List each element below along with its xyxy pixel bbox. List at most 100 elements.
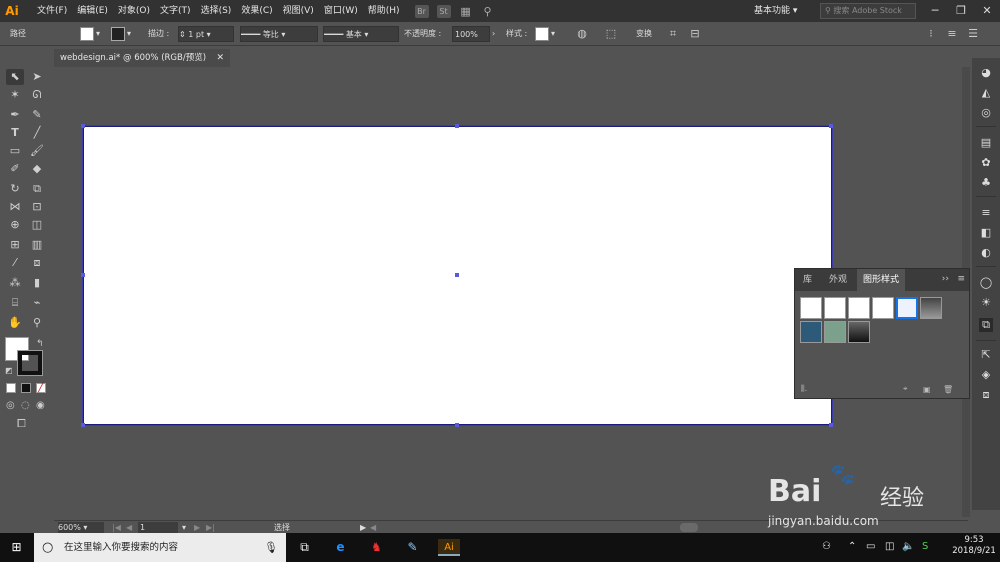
type-tool-icon[interactable]: T bbox=[6, 125, 24, 141]
illustrator-logo[interactable]: Ai bbox=[0, 0, 24, 22]
zoom-field[interactable]: 600% ▾ bbox=[58, 522, 104, 533]
handle-top-right[interactable] bbox=[829, 124, 833, 128]
graphic-styles-dock-icon[interactable]: ☀ bbox=[979, 296, 993, 310]
swatches-icon[interactable]: ◎ bbox=[979, 106, 993, 120]
transform-button[interactable]: 变换 bbox=[636, 26, 652, 42]
graphic-style-dark-gradient[interactable] bbox=[848, 321, 870, 343]
symbol-sprayer-tool-icon[interactable]: ⁂ bbox=[6, 275, 24, 291]
restore-button[interactable]: ❐ bbox=[948, 0, 974, 22]
input-method-icon[interactable]: S bbox=[922, 541, 928, 552]
handle-top-center[interactable] bbox=[455, 124, 459, 128]
layers-style-icon[interactable]: ⧉ bbox=[979, 318, 993, 332]
paint-app-icon[interactable]: ✎ bbox=[404, 539, 421, 556]
direct-selection-tool-icon[interactable]: ➤ bbox=[28, 69, 46, 85]
brush-definition[interactable]: ━━━━ 基本 ▾ bbox=[323, 26, 399, 42]
close-tab-icon[interactable]: ✕ bbox=[216, 49, 224, 67]
layers-icon[interactable]: ◈ bbox=[979, 368, 993, 382]
qq-app-icon[interactable]: ♞ bbox=[368, 539, 385, 556]
graphic-style-libraries-icon[interactable]: ⫼. bbox=[801, 384, 807, 394]
fill-swatch[interactable] bbox=[80, 27, 94, 41]
menu-effect[interactable]: 效果(C) bbox=[236, 0, 277, 22]
gpu-performance-icon[interactable]: ⚲ bbox=[481, 5, 495, 18]
graphic-style-swatch[interactable] bbox=[535, 27, 549, 41]
opacity-label[interactable]: 不透明度 : bbox=[404, 26, 441, 42]
windows-start-icon[interactable]: ⊞ bbox=[8, 539, 25, 556]
panel-layout-icon[interactable]: ⁝ bbox=[924, 27, 938, 41]
menu-window[interactable]: 窗口(W) bbox=[319, 0, 363, 22]
draw-normal-icon[interactable]: ◎ bbox=[6, 400, 15, 411]
color-mode-icon[interactable] bbox=[6, 383, 16, 393]
graphic-style-gradient-shadow[interactable] bbox=[920, 297, 942, 319]
status-arrow[interactable]: ▶ bbox=[360, 522, 366, 533]
brushes-icon[interactable]: ▤ bbox=[979, 136, 993, 150]
fill-dropdown-arrow[interactable]: ▾ bbox=[96, 26, 100, 42]
minimize-button[interactable]: ─ bbox=[922, 0, 948, 22]
handle-bottom-center[interactable] bbox=[455, 423, 459, 427]
stroke-panel-icon[interactable]: ≡ bbox=[979, 206, 993, 220]
menu-view[interactable]: 视图(V) bbox=[278, 0, 319, 22]
rotate-tool-icon[interactable]: ↻ bbox=[6, 181, 24, 197]
handle-middle-left[interactable] bbox=[81, 273, 85, 277]
graphic-style-no-stroke[interactable] bbox=[848, 297, 870, 319]
graphic-style-selected[interactable] bbox=[896, 297, 918, 319]
graphic-style-default[interactable] bbox=[800, 297, 822, 319]
stroke-weight-field[interactable]: ⇕ 1 pt ▾ bbox=[178, 26, 234, 42]
column-graph-tool-icon[interactable]: ▮ bbox=[28, 275, 46, 291]
collapse-panel-icon[interactable]: ›› bbox=[942, 274, 949, 284]
volume-icon[interactable]: 🔈 bbox=[902, 541, 914, 552]
width-tool-icon[interactable]: ⋈ bbox=[6, 199, 24, 215]
slice-tool-icon[interactable]: ⌁ bbox=[28, 295, 46, 311]
microphone-icon[interactable]: 🎙 bbox=[264, 533, 278, 562]
arrange-documents-icon[interactable]: ▦ bbox=[459, 5, 473, 18]
screen-mode-icon[interactable]: ⧠ bbox=[17, 417, 26, 431]
graphic-style-pattern-yellow[interactable] bbox=[800, 321, 822, 343]
artboard-number-field[interactable]: 1 bbox=[138, 522, 178, 533]
tab-appearance[interactable]: 外观 bbox=[823, 269, 853, 291]
menu-type[interactable]: 文字(T) bbox=[155, 0, 196, 22]
club-symbol-icon[interactable]: ♣ bbox=[979, 176, 993, 190]
hand-tool-icon[interactable]: ✋ bbox=[6, 315, 24, 331]
style-dropdown-arrow[interactable]: ▾ bbox=[551, 26, 555, 42]
scroll-left-icon[interactable]: ◀ bbox=[370, 522, 376, 533]
default-fill-stroke-icon[interactable]: ◩ bbox=[5, 366, 13, 375]
panel-menu-icon[interactable]: ≡ bbox=[945, 27, 959, 41]
stroke-swatch[interactable] bbox=[111, 27, 125, 41]
draw-inside-icon[interactable]: ◉ bbox=[36, 400, 45, 411]
delete-style-icon[interactable]: 🗑 bbox=[943, 385, 953, 394]
network-icon[interactable]: ◫ bbox=[885, 541, 894, 552]
handle-bottom-left[interactable] bbox=[81, 423, 85, 427]
next-artboard-icon[interactable]: ▶ bbox=[194, 522, 200, 533]
battery-icon[interactable]: ▭ bbox=[866, 541, 875, 552]
bridge-icon[interactable]: Br bbox=[414, 4, 429, 18]
shaper-tool-icon[interactable]: ✐ bbox=[6, 161, 24, 177]
control-bar-menu-icon[interactable]: ☰ bbox=[966, 27, 980, 41]
line-tool-icon[interactable]: ╱ bbox=[28, 125, 46, 141]
last-artboard-icon[interactable]: ▶| bbox=[206, 522, 215, 533]
clock[interactable]: 9:53 2018/9/21 bbox=[952, 535, 996, 556]
tab-graphic-styles[interactable]: 图形样式 bbox=[857, 269, 906, 291]
center-point[interactable] bbox=[455, 273, 459, 277]
paintbrush-tool-icon[interactable]: 🖌 bbox=[28, 143, 46, 159]
align-icon[interactable]: ⬚ bbox=[604, 27, 618, 41]
menu-object[interactable]: 对象(O) bbox=[113, 0, 155, 22]
menu-help[interactable]: 帮助(H) bbox=[363, 0, 405, 22]
menu-edit[interactable]: 编辑(E) bbox=[72, 0, 113, 22]
stroke-color-box[interactable] bbox=[17, 350, 43, 376]
opacity-field[interactable]: 100% bbox=[452, 26, 490, 42]
shape-builder-tool-icon[interactable]: ⊕ bbox=[6, 217, 24, 233]
draw-behind-icon[interactable]: ◌ bbox=[21, 400, 30, 411]
stock-search-input[interactable]: ⚲ 搜索 Adobe Stock bbox=[820, 3, 916, 19]
eyedropper-tool-icon[interactable]: ⁄ bbox=[6, 255, 24, 271]
swap-fill-stroke-icon[interactable]: ↰ bbox=[36, 339, 44, 349]
gradient-panel-icon[interactable]: ◧ bbox=[979, 226, 993, 240]
lasso-tool-icon[interactable]: ᘏ bbox=[28, 87, 46, 103]
perspective-grid-tool-icon[interactable]: ◫ bbox=[28, 217, 46, 233]
transparency-panel-icon[interactable]: ◐ bbox=[979, 246, 993, 260]
variable-width-profile[interactable]: ━━━━ 等比 ▾ bbox=[240, 26, 318, 42]
close-window-button[interactable]: ✕ bbox=[974, 0, 1000, 22]
people-icon[interactable]: ⚇ bbox=[822, 541, 831, 552]
menu-select[interactable]: 选择(S) bbox=[196, 0, 237, 22]
stock-icon[interactable]: St bbox=[436, 4, 451, 18]
task-view-icon[interactable]: ⧉ bbox=[296, 539, 313, 556]
opacity-arrow[interactable]: › bbox=[492, 26, 495, 42]
